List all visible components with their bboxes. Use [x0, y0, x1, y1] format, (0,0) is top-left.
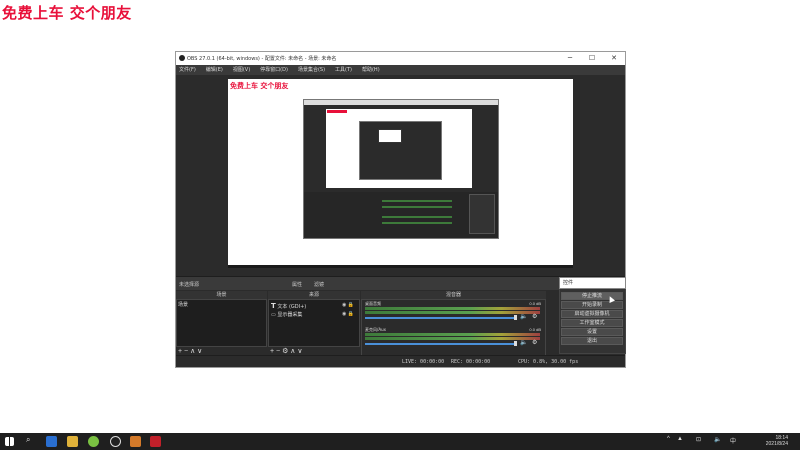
preview-canvas: 免费上车 交个朋友	[228, 79, 573, 265]
volume-meter	[365, 333, 540, 336]
obs-titlebar: OBS 27.0.1 (64-bit, windows) - 配置文件: 未命名…	[176, 52, 625, 65]
controls-input[interactable]: 控件	[559, 277, 626, 289]
windows-taskbar: ⌕ ^ ▲ ⊡ 🔈 中 18:14 2021/8/24	[0, 433, 800, 450]
status-bar: LIVE: 00:00:00 REC: 00:00:00 CPU: 0.8%, …	[176, 355, 625, 367]
menu-view[interactable]: 视图(V)	[233, 65, 250, 75]
menu-docks[interactable]: 停靠窗口(D)	[260, 65, 288, 75]
network-icon[interactable]: ⊡	[696, 436, 701, 443]
transitions-dock	[546, 291, 558, 351]
gear-icon[interactable]: ⚙	[532, 313, 537, 320]
live-timer: LIVE: 00:00:00	[402, 359, 445, 365]
source-toolbar: 未选择源 属性 滤镜	[176, 276, 625, 290]
volume-slider[interactable]	[365, 343, 515, 345]
taskbar-clock[interactable]: 18:14 2021/8/24	[766, 435, 788, 447]
volume-meter	[365, 311, 540, 314]
windows-start-icon[interactable]	[5, 437, 14, 446]
app-icon[interactable]	[150, 436, 161, 447]
start-recording-button[interactable]: 开始录制	[561, 301, 623, 309]
clock-date: 2021/8/24	[765, 441, 788, 447]
source-item-text[interactable]: T 文本 (GDI+)	[271, 302, 306, 310]
preview-watermark: 免费上车 交个朋友	[230, 82, 289, 90]
menu-edit[interactable]: 编辑(E)	[206, 65, 223, 75]
desktop: 免费上车 交个朋友 OBS 27.0.1 (64-bit, windows) -…	[0, 0, 800, 450]
volume-slider[interactable]	[365, 317, 515, 319]
volume-meter	[365, 307, 540, 310]
sources-list[interactable]: T 文本 (GDI+) ◉ 🔒 ▭ 显示器采集 ◉ 🔒	[268, 299, 360, 347]
source-item-display[interactable]: ▭ 显示器采集	[271, 311, 302, 318]
exit-button[interactable]: 退出	[561, 337, 623, 345]
edge-browser-icon[interactable]	[46, 436, 57, 447]
watermark-text: 免费上车 交个朋友	[2, 4, 132, 22]
obs-window-title: OBS 27.0.1 (64-bit, windows) - 配置文件: 未命名…	[187, 56, 337, 62]
volume-icon[interactable]: 🔈	[714, 436, 721, 443]
eye-icon[interactable]: ◉ 🔒	[342, 311, 354, 317]
audio-mixer: 桌面音频 0.0 dB 🔈 ⚙ 麦克风/Aux 0.0 dB 🔈 ⚙	[361, 299, 546, 356]
menu-bar: 文件(F) 编辑(E) 视图(V) 停靠窗口(D) 场景集合(S) 工具(T) …	[176, 65, 625, 75]
tray-expand-icon[interactable]: ^	[667, 436, 670, 442]
menu-help[interactable]: 帮助(H)	[362, 65, 380, 75]
eye-icon[interactable]: ◉ 🔒	[342, 302, 354, 308]
tray-app-icon[interactable]: ▲	[677, 436, 683, 442]
menu-file[interactable]: 文件(F)	[179, 65, 196, 75]
filters-button[interactable]: 滤镜	[314, 281, 324, 288]
slider-handle[interactable]	[514, 315, 517, 320]
sources-panel-title: 来源	[268, 291, 360, 299]
preview-area[interactable]: 免费上车 交个朋友	[176, 75, 625, 268]
settings-button[interactable]: 设置	[561, 328, 623, 336]
close-button[interactable]: ✕	[603, 52, 625, 65]
minimize-button[interactable]: ─	[559, 52, 581, 65]
preview-taskbar	[228, 265, 573, 268]
studio-mode-button[interactable]: 工作室模式	[561, 319, 623, 327]
mixer-db-value: 0.0 dB	[529, 301, 541, 306]
recursive-preview	[303, 99, 499, 239]
file-explorer-icon[interactable]	[67, 436, 78, 447]
obs-logo-icon	[179, 55, 185, 61]
scenes-panel-title: 场景	[176, 291, 267, 299]
search-icon[interactable]: ⌕	[26, 435, 37, 446]
speaker-icon[interactable]: 🔈	[520, 339, 527, 346]
app-icon[interactable]	[130, 436, 141, 447]
no-source-label: 未选择源	[179, 282, 200, 288]
volume-meter	[365, 337, 540, 340]
properties-button[interactable]: 属性	[292, 281, 302, 288]
mixer-db-value: 0.0 dB	[529, 327, 541, 332]
list-item[interactable]: 场景	[178, 301, 188, 308]
gear-icon[interactable]: ⚙	[532, 339, 537, 346]
app-icon[interactable]	[88, 436, 99, 447]
slider-handle[interactable]	[514, 341, 517, 346]
menu-tools[interactable]: 工具(T)	[335, 65, 352, 75]
obs-taskbar-icon[interactable]	[110, 436, 121, 447]
scenes-list[interactable]: 场景	[176, 299, 267, 347]
mixer-panel-title: 混音器	[361, 291, 546, 299]
ime-icon[interactable]: 中	[730, 436, 736, 445]
speaker-icon[interactable]: 🔈	[520, 313, 527, 320]
maximize-button[interactable]: ☐	[581, 52, 603, 65]
virtual-camera-button[interactable]: 启动虚拟摄像机	[561, 310, 623, 318]
rec-timer: REC: 00:00:00	[451, 359, 491, 365]
menu-scene-collection[interactable]: 场景集合(S)	[298, 65, 325, 75]
cpu-fps: CPU: 0.8%, 30.00 fps	[518, 359, 579, 365]
